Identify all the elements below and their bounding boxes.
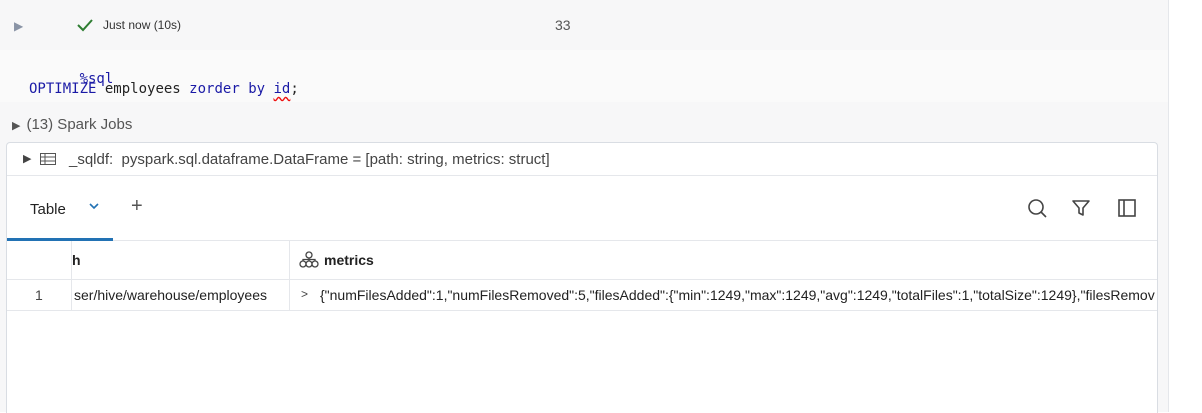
code-column-name: id [273, 81, 291, 97]
expand-struct-icon[interactable]: > [301, 287, 308, 301]
column-divider [289, 280, 290, 310]
execution-status: Just now (10s) [103, 18, 182, 32]
sidebar-panel-icon[interactable] [1117, 198, 1137, 218]
notebook-cell: ▶ Just now (10s) 33 %sql OPTIMIZE employ… [0, 0, 1169, 413]
results-toolbar: Table + [7, 176, 1157, 241]
dataframe-type: pyspark.sql.dataframe.DataFrame = [path:… [121, 151, 550, 168]
tab-table[interactable]: Table [7, 176, 113, 241]
table-row: 1 ser/hive/warehouse/employees > {"numFi… [7, 280, 1157, 311]
add-visualization-button[interactable]: + [131, 196, 143, 216]
column-header-path[interactable]: h [72, 252, 81, 268]
results-panel: ▶ _sqldf: pyspark.sql.dataframe.DataFram… [6, 142, 1158, 413]
filter-icon[interactable] [1071, 198, 1091, 218]
spark-jobs-toggle[interactable]: ▶ (13) Spark Jobs [12, 116, 132, 133]
spark-jobs-label: (13) Spark Jobs [26, 116, 133, 133]
check-icon [77, 19, 93, 32]
table-header-row: h metrics [7, 241, 1157, 280]
run-cell-button[interactable]: ▶ [14, 18, 30, 34]
table-icon [40, 153, 56, 165]
column-divider [71, 280, 72, 310]
column-divider[interactable] [289, 241, 290, 279]
caret-right-icon: ▶ [12, 120, 21, 132]
search-icon[interactable] [1027, 198, 1047, 218]
cell-number: 33 [555, 17, 571, 33]
caret-right-icon: ▶ [23, 153, 32, 165]
row-index: 1 [35, 287, 43, 303]
cell-metrics-value[interactable]: {"numFilesAdded":1,"numFilesRemoved":5,"… [320, 287, 1155, 303]
cell-header: ▶ Just now (10s) 33 [0, 0, 1168, 50]
code-terminator: ; [290, 81, 299, 97]
struct-icon [299, 251, 319, 268]
column-header-metrics[interactable]: metrics [324, 252, 374, 268]
code-keyword-zorder: zorder [189, 81, 240, 97]
code-table-name: employees [104, 81, 181, 97]
code-keyword-optimize: OPTIMIZE [29, 81, 97, 97]
dataframe-name: _sqldf: [69, 151, 114, 168]
cell-path-value[interactable]: ser/hive/warehouse/employees [74, 287, 284, 303]
dataframe-schema-row[interactable]: ▶ _sqldf: pyspark.sql.dataframe.DataFram… [7, 143, 1157, 176]
code-keyword-by: by [248, 81, 266, 97]
code-editor[interactable]: %sql OPTIMIZE employees zorder by id; [0, 50, 1168, 102]
dataframe-schema: _sqldf: pyspark.sql.dataframe.DataFrame … [69, 151, 550, 168]
chevron-down-icon[interactable] [88, 200, 100, 212]
tab-table-label: Table [30, 201, 66, 218]
